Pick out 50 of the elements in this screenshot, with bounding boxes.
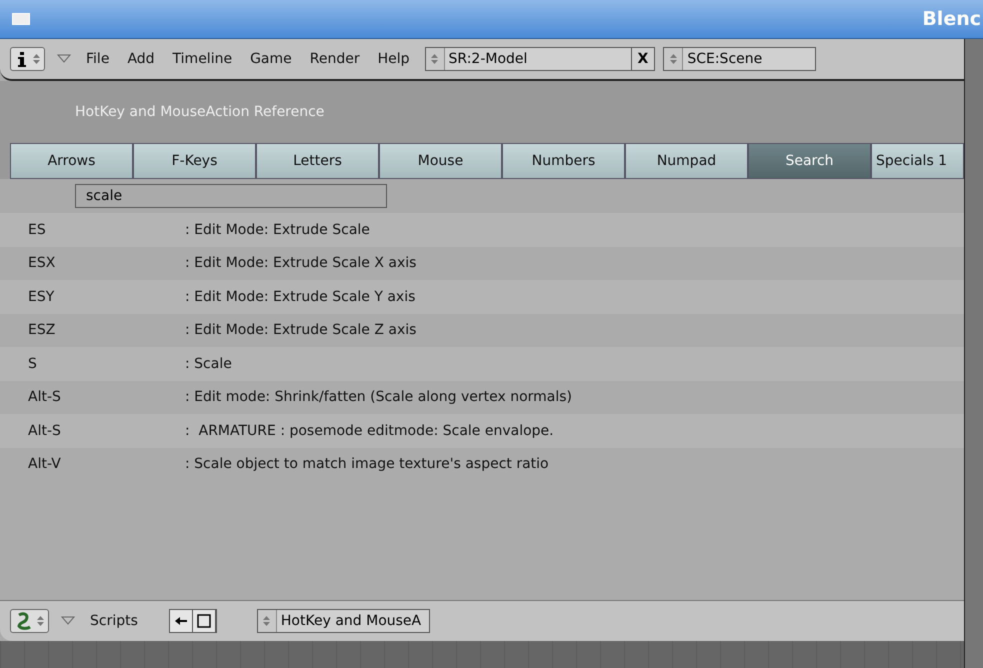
up-down-arrows-icon[interactable] — [263, 616, 270, 626]
up-down-arrows-icon[interactable] — [37, 616, 44, 626]
window-icon[interactable] — [192, 610, 216, 632]
snake-icon — [15, 612, 33, 630]
menu-item[interactable]: File — [77, 51, 118, 67]
action-description: : Edit Mode: Extrude Scale Z axis — [185, 322, 416, 338]
tab[interactable]: Specials 1 — [871, 143, 964, 179]
up-down-arrows-icon[interactable] — [670, 54, 677, 64]
collapse-arrow-icon[interactable] — [57, 54, 71, 64]
tab[interactable]: Arrows — [10, 143, 133, 179]
script-selector[interactable]: HotKey and MouseA — [256, 609, 430, 633]
collapse-arrow-icon[interactable] — [61, 616, 75, 626]
menu-item[interactable]: Help — [368, 51, 419, 67]
action-description: : Scale — [185, 356, 232, 372]
menu-item[interactable]: Timeline — [164, 51, 242, 67]
action-description: : Edit mode: Shrink/fatten (Scale along vertex normals) — [185, 389, 572, 406]
hotkey-text: Alt-S — [27, 422, 62, 439]
hotkey-text: Alt-V — [27, 456, 62, 472]
action-description: : Edit Mode: Extrude Scale — [185, 222, 370, 238]
action-description: : Edit Mode: Extrude Scale X axis — [185, 255, 416, 272]
search-field[interactable]: scale — [75, 184, 387, 208]
hotkey-text: S — [27, 356, 38, 372]
action-description: : Edit Mode: Extrude Scale Y axis — [185, 288, 416, 305]
hotkey-text: ESY — [27, 288, 56, 305]
up-down-arrows-icon[interactable] — [33, 54, 40, 64]
hotkey-text: ESX — [27, 255, 56, 272]
menu-item[interactable]: Add — [118, 51, 164, 67]
info-icon — [15, 51, 29, 67]
up-down-arrows-icon[interactable] — [431, 54, 438, 64]
tab[interactable]: F-Keys — [133, 143, 256, 179]
hotkey-text: ESZ — [27, 322, 56, 338]
tab[interactable]: Mouse — [379, 143, 502, 179]
hotkey-text: ES — [27, 222, 47, 238]
tab[interactable]: Numpad — [625, 143, 748, 179]
action-description: : ARMATURE : posemode editmode: Scale envalope. — [185, 422, 554, 439]
menu-item[interactable]: Scripts — [81, 613, 147, 629]
scene-selector[interactable]: SCE:Scene — [663, 47, 816, 71]
tab[interactable]: Letters — [256, 143, 379, 179]
action-description: : Scale object to match image texture's aspect ratio — [185, 456, 549, 472]
window-title: Blenc — [922, 8, 982, 30]
hotkey-text: Alt-S — [27, 389, 62, 406]
tab[interactable]: Search — [748, 143, 871, 179]
window-icon — [12, 13, 30, 25]
editor-type-button[interactable] — [10, 47, 45, 71]
menu-item[interactable]: Game — [241, 51, 301, 67]
panel-title: HotKey and MouseAction Reference — [0, 81, 964, 143]
menu-item[interactable]: Render — [300, 51, 369, 67]
screen-selector[interactable]: SR:2-Model X — [424, 47, 656, 71]
delete-button[interactable]: X — [630, 48, 654, 70]
tab[interactable]: Numbers — [502, 143, 625, 179]
